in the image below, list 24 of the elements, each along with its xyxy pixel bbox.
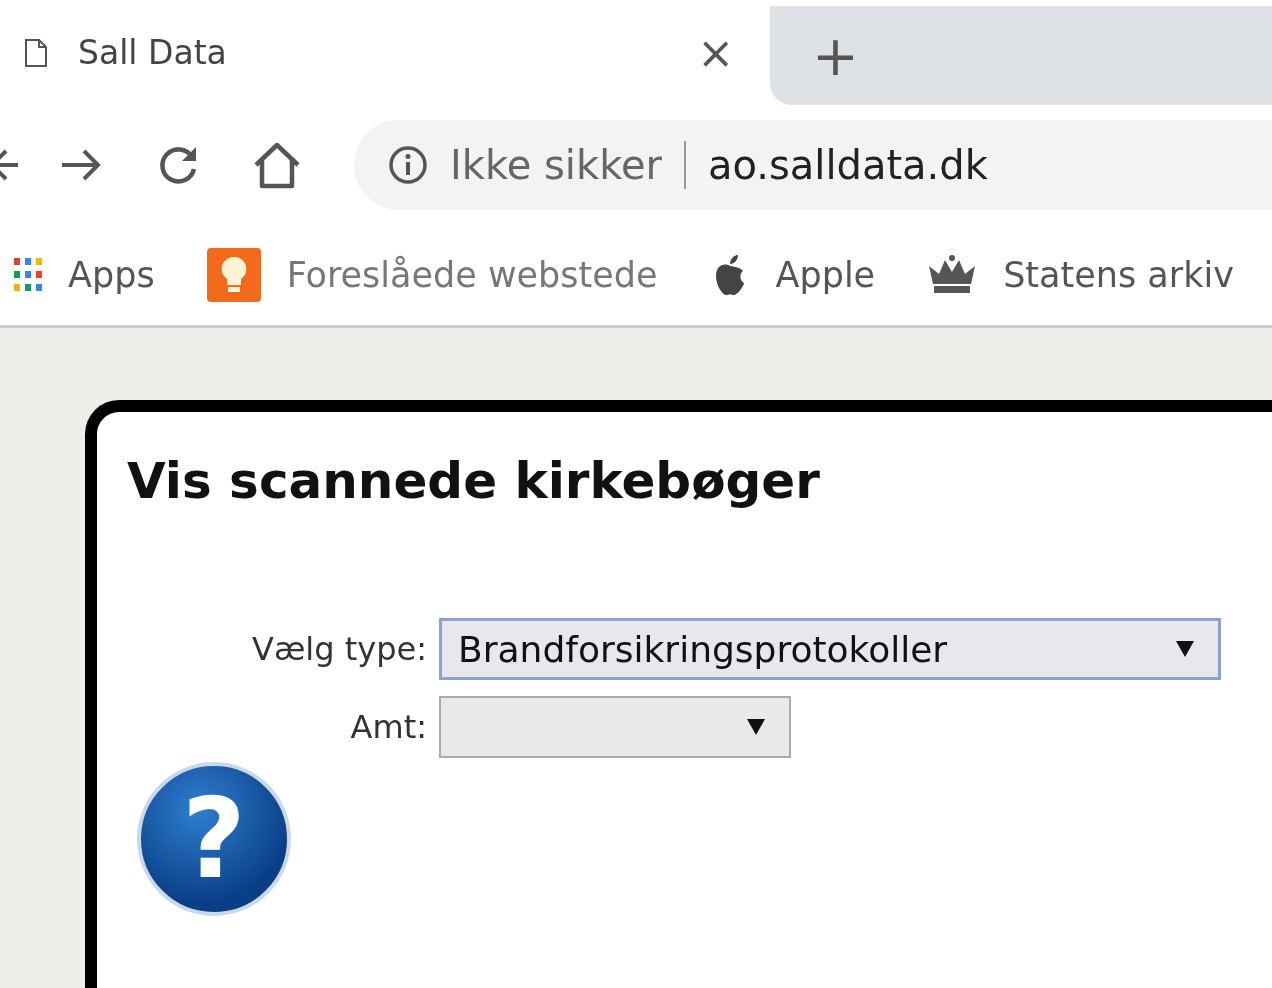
dropdown-field[interactable]: Brandforsikringsprotokoller <box>439 618 1221 680</box>
page-heading: Vis scannede kirkebøger <box>127 452 821 510</box>
lightbulb-icon <box>206 248 261 302</box>
bookmark-item[interactable]: Apple <box>709 252 876 298</box>
field-label: Amt: <box>349 708 427 746</box>
bookmark-item[interactable]: Statens arkiv <box>927 254 1234 296</box>
security-label: Ikke sikker <box>450 142 662 188</box>
info-icon <box>388 145 428 185</box>
field-label: Vælg type: <box>251 630 427 668</box>
page-icon <box>24 37 48 68</box>
caret-icon <box>747 719 765 735</box>
url-text: ao.salldata.dk <box>707 142 988 188</box>
close-tab-button[interactable]: × <box>697 27 734 78</box>
bookmark-item[interactable]: Apps <box>14 255 155 295</box>
help-button[interactable]: ? <box>137 762 291 916</box>
tab-title: Sall Data <box>78 33 228 72</box>
address-bar[interactable]: Ikke sikker ao.salldata.dk <box>354 120 1272 210</box>
home-icon[interactable] <box>252 141 302 189</box>
apps-grid-icon <box>14 258 42 292</box>
new-tab-button[interactable]: + <box>812 27 859 84</box>
bookmark-item[interactable]: Foreslåede webstede <box>206 248 658 302</box>
dropdown-field[interactable] <box>439 696 791 758</box>
crown-icon <box>927 254 978 296</box>
caret-icon <box>1176 641 1194 657</box>
